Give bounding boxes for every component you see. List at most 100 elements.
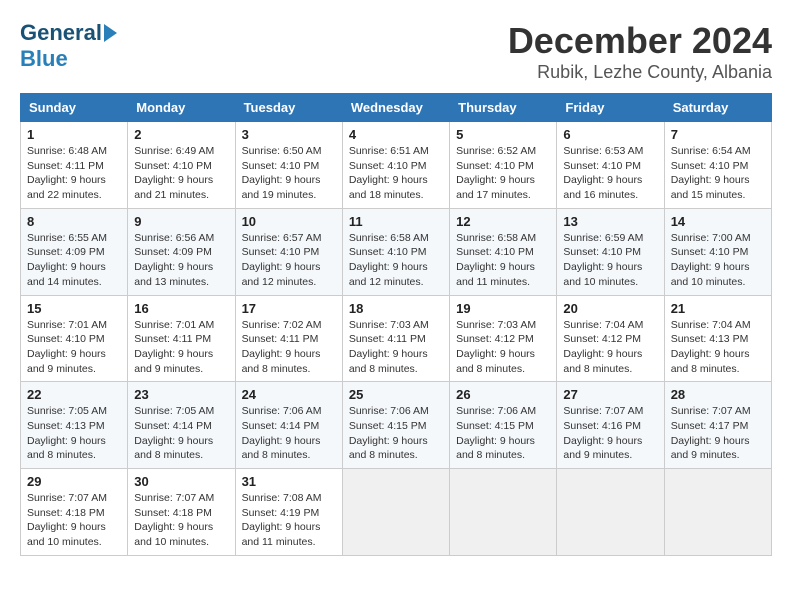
day-30: 30 Sunrise: 7:07 AMSunset: 4:18 PMDaylig… (128, 469, 235, 556)
week-1: 1 Sunrise: 6:48 AMSunset: 4:11 PMDayligh… (21, 122, 772, 209)
day-26: 26 Sunrise: 7:06 AMSunset: 4:15 PMDaylig… (450, 382, 557, 469)
day-number-24: 24 (242, 387, 336, 402)
col-thursday: Thursday (450, 94, 557, 122)
day-13: 13 Sunrise: 6:59 AMSunset: 4:10 PMDaylig… (557, 208, 664, 295)
day-1: 1 Sunrise: 6:48 AMSunset: 4:11 PMDayligh… (21, 122, 128, 209)
day-number-31: 31 (242, 474, 336, 489)
week-4: 22 Sunrise: 7:05 AMSunset: 4:13 PMDaylig… (21, 382, 772, 469)
day-27-text: Sunrise: 7:07 AMSunset: 4:16 PMDaylight:… (563, 404, 657, 463)
day-number-20: 20 (563, 301, 657, 316)
day-19: 19 Sunrise: 7:03 AMSunset: 4:12 PMDaylig… (450, 295, 557, 382)
col-monday: Monday (128, 94, 235, 122)
empty-cell (557, 469, 664, 556)
day-12: 12 Sunrise: 6:58 AMSunset: 4:10 PMDaylig… (450, 208, 557, 295)
day-number-22: 22 (27, 387, 121, 402)
day-20-text: Sunrise: 7:04 AMSunset: 4:12 PMDaylight:… (563, 318, 657, 377)
page-header: General Blue December 2024 Rubik, Lezhe … (20, 20, 772, 83)
day-18: 18 Sunrise: 7:03 AMSunset: 4:11 PMDaylig… (342, 295, 449, 382)
day-23-text: Sunrise: 7:05 AMSunset: 4:14 PMDaylight:… (134, 404, 228, 463)
day-24: 24 Sunrise: 7:06 AMSunset: 4:14 PMDaylig… (235, 382, 342, 469)
logo-text: General Blue (20, 20, 119, 72)
day-5: 5 Sunrise: 6:52 AMSunset: 4:10 PMDayligh… (450, 122, 557, 209)
day-17: 17 Sunrise: 7:02 AMSunset: 4:11 PMDaylig… (235, 295, 342, 382)
day-21-text: Sunrise: 7:04 AMSunset: 4:13 PMDaylight:… (671, 318, 765, 377)
day-2-text: Sunrise: 6:49 AMSunset: 4:10 PMDaylight:… (134, 144, 228, 203)
day-number-16: 16 (134, 301, 228, 316)
day-22: 22 Sunrise: 7:05 AMSunset: 4:13 PMDaylig… (21, 382, 128, 469)
day-10-text: Sunrise: 6:57 AMSunset: 4:10 PMDaylight:… (242, 231, 336, 290)
day-number-3: 3 (242, 127, 336, 142)
col-saturday: Saturday (664, 94, 771, 122)
day-7: 7 Sunrise: 6:54 AMSunset: 4:10 PMDayligh… (664, 122, 771, 209)
month-title: December 2024 (508, 20, 772, 62)
day-number-26: 26 (456, 387, 550, 402)
day-31-text: Sunrise: 7:08 AMSunset: 4:19 PMDaylight:… (242, 491, 336, 550)
logo: General Blue (20, 20, 119, 72)
day-12-text: Sunrise: 6:58 AMSunset: 4:10 PMDaylight:… (456, 231, 550, 290)
day-number-6: 6 (563, 127, 657, 142)
day-9-text: Sunrise: 6:56 AMSunset: 4:09 PMDaylight:… (134, 231, 228, 290)
day-5-text: Sunrise: 6:52 AMSunset: 4:10 PMDaylight:… (456, 144, 550, 203)
day-number-5: 5 (456, 127, 550, 142)
day-10: 10 Sunrise: 6:57 AMSunset: 4:10 PMDaylig… (235, 208, 342, 295)
day-23: 23 Sunrise: 7:05 AMSunset: 4:14 PMDaylig… (128, 382, 235, 469)
day-number-7: 7 (671, 127, 765, 142)
day-number-27: 27 (563, 387, 657, 402)
logo-arrow-icon (104, 24, 117, 42)
day-15: 15 Sunrise: 7:01 AMSunset: 4:10 PMDaylig… (21, 295, 128, 382)
logo-blue: Blue (20, 46, 119, 72)
week-2: 8 Sunrise: 6:55 AMSunset: 4:09 PMDayligh… (21, 208, 772, 295)
day-3: 3 Sunrise: 6:50 AMSunset: 4:10 PMDayligh… (235, 122, 342, 209)
day-3-text: Sunrise: 6:50 AMSunset: 4:10 PMDaylight:… (242, 144, 336, 203)
day-26-text: Sunrise: 7:06 AMSunset: 4:15 PMDaylight:… (456, 404, 550, 463)
day-6: 6 Sunrise: 6:53 AMSunset: 4:10 PMDayligh… (557, 122, 664, 209)
day-number-9: 9 (134, 214, 228, 229)
day-number-21: 21 (671, 301, 765, 316)
day-20: 20 Sunrise: 7:04 AMSunset: 4:12 PMDaylig… (557, 295, 664, 382)
day-8: 8 Sunrise: 6:55 AMSunset: 4:09 PMDayligh… (21, 208, 128, 295)
day-number-29: 29 (27, 474, 121, 489)
col-sunday: Sunday (21, 94, 128, 122)
location-title: Rubik, Lezhe County, Albania (508, 62, 772, 83)
day-15-text: Sunrise: 7:01 AMSunset: 4:10 PMDaylight:… (27, 318, 121, 377)
day-number-23: 23 (134, 387, 228, 402)
col-friday: Friday (557, 94, 664, 122)
day-number-8: 8 (27, 214, 121, 229)
empty-cell (450, 469, 557, 556)
header-row: Sunday Monday Tuesday Wednesday Thursday… (21, 94, 772, 122)
col-wednesday: Wednesday (342, 94, 449, 122)
day-31: 31 Sunrise: 7:08 AMSunset: 4:19 PMDaylig… (235, 469, 342, 556)
day-28-text: Sunrise: 7:07 AMSunset: 4:17 PMDaylight:… (671, 404, 765, 463)
day-number-28: 28 (671, 387, 765, 402)
day-14-text: Sunrise: 7:00 AMSunset: 4:10 PMDaylight:… (671, 231, 765, 290)
day-number-1: 1 (27, 127, 121, 142)
day-28: 28 Sunrise: 7:07 AMSunset: 4:17 PMDaylig… (664, 382, 771, 469)
day-16: 16 Sunrise: 7:01 AMSunset: 4:11 PMDaylig… (128, 295, 235, 382)
day-25-text: Sunrise: 7:06 AMSunset: 4:15 PMDaylight:… (349, 404, 443, 463)
day-24-text: Sunrise: 7:06 AMSunset: 4:14 PMDaylight:… (242, 404, 336, 463)
day-number-13: 13 (563, 214, 657, 229)
day-11-text: Sunrise: 6:58 AMSunset: 4:10 PMDaylight:… (349, 231, 443, 290)
col-tuesday: Tuesday (235, 94, 342, 122)
day-13-text: Sunrise: 6:59 AMSunset: 4:10 PMDaylight:… (563, 231, 657, 290)
day-number-15: 15 (27, 301, 121, 316)
day-21: 21 Sunrise: 7:04 AMSunset: 4:13 PMDaylig… (664, 295, 771, 382)
day-18-text: Sunrise: 7:03 AMSunset: 4:11 PMDaylight:… (349, 318, 443, 377)
day-number-18: 18 (349, 301, 443, 316)
week-3: 15 Sunrise: 7:01 AMSunset: 4:10 PMDaylig… (21, 295, 772, 382)
day-number-17: 17 (242, 301, 336, 316)
day-30-text: Sunrise: 7:07 AMSunset: 4:18 PMDaylight:… (134, 491, 228, 550)
day-number-10: 10 (242, 214, 336, 229)
day-number-14: 14 (671, 214, 765, 229)
day-19-text: Sunrise: 7:03 AMSunset: 4:12 PMDaylight:… (456, 318, 550, 377)
day-6-text: Sunrise: 6:53 AMSunset: 4:10 PMDaylight:… (563, 144, 657, 203)
day-number-12: 12 (456, 214, 550, 229)
day-2: 2 Sunrise: 6:49 AMSunset: 4:10 PMDayligh… (128, 122, 235, 209)
day-number-25: 25 (349, 387, 443, 402)
day-17-text: Sunrise: 7:02 AMSunset: 4:11 PMDaylight:… (242, 318, 336, 377)
calendar-table-main: Sunday Monday Tuesday Wednesday Thursday… (20, 93, 772, 556)
logo-general: General (20, 20, 102, 46)
day-22-text: Sunrise: 7:05 AMSunset: 4:13 PMDaylight:… (27, 404, 121, 463)
day-25: 25 Sunrise: 7:06 AMSunset: 4:15 PMDaylig… (342, 382, 449, 469)
day-number-4: 4 (349, 127, 443, 142)
